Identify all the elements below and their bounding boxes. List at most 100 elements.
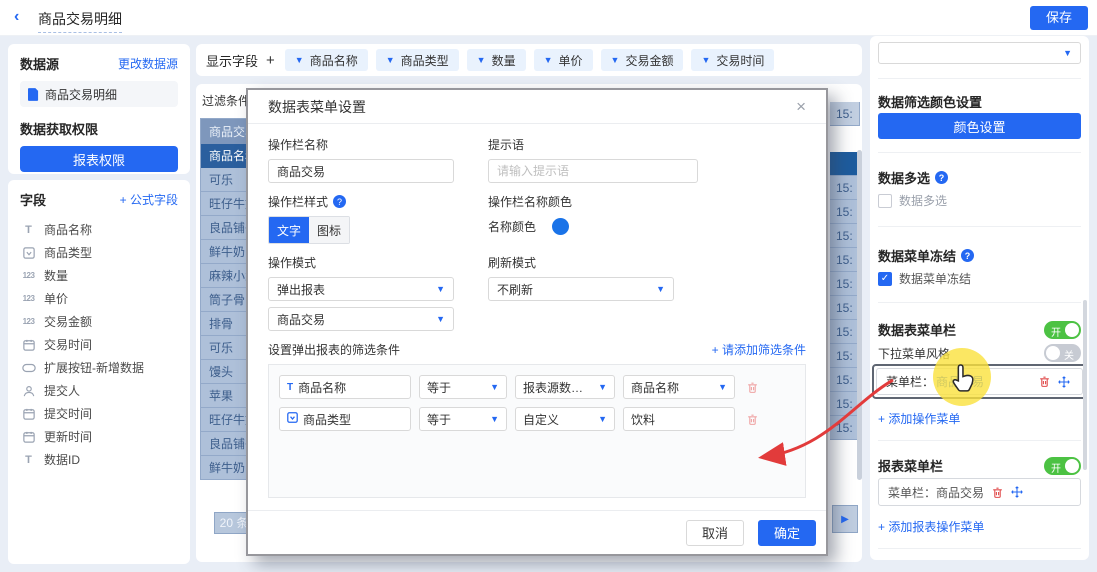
move-icon[interactable] <box>1008 483 1026 501</box>
table-cell: 15: <box>830 102 860 126</box>
divider <box>878 226 1081 227</box>
filter-operator-select[interactable]: 等于▼ <box>419 407 507 431</box>
save-button[interactable]: 保存 <box>1030 6 1088 30</box>
number-icon: 123 <box>20 271 37 280</box>
next-page-icon: ▶ <box>841 514 849 525</box>
field-label: 商品类型 <box>44 244 92 261</box>
toggle-knob <box>1065 323 1079 337</box>
add-formula-field-link[interactable]: + 公式字段 <box>120 191 178 208</box>
table-menu-toggle[interactable]: 开 <box>1044 321 1081 339</box>
close-icon[interactable]: × <box>796 97 806 117</box>
field-chip[interactable]: ▼交易金额 <box>601 49 684 71</box>
action-bar-name-input[interactable] <box>268 159 454 183</box>
panel-scrollbar[interactable] <box>1083 300 1087 470</box>
add-filter-condition-link[interactable]: + 请添加筛选条件 <box>712 341 806 358</box>
chevron-left-icon[interactable]: ‹ <box>14 8 19 26</box>
chevron-down-icon: ▼ <box>598 382 607 392</box>
filter-source-select[interactable]: 自定义▼ <box>515 407 615 431</box>
table-cell: 15: <box>830 224 860 248</box>
field-chip[interactable]: ▼商品类型 <box>376 49 459 71</box>
field-chip[interactable]: ▼商品名称 <box>285 49 368 71</box>
menu-item-name[interactable]: 商品交易 <box>936 373 984 390</box>
chevron-down-icon: ▼ <box>490 382 499 392</box>
add-menu-link[interactable]: + 添加操作菜单 <box>878 410 960 427</box>
field-item[interactable]: 123数量 <box>20 264 178 287</box>
field-item[interactable]: 更新时间 <box>20 425 178 448</box>
report-menu-toggle[interactable]: 开 <box>1044 457 1081 475</box>
cancel-button[interactable]: 取消 <box>686 520 744 546</box>
field-chip[interactable]: ▼交易时间 <box>691 49 774 71</box>
filter-source-select[interactable]: 报表源数据字...▼ <box>515 375 615 399</box>
select-value: 自定义 <box>523 411 559 428</box>
table-menu-row: 数据表菜单栏 开 <box>878 320 1081 339</box>
field-list: T商品名称 商品类型 123数量 123单价 123交易金额 交易时间 扩展按钮… <box>20 218 178 471</box>
report-permission-button[interactable]: 报表权限 <box>20 146 178 172</box>
operation-target-select[interactable]: 商品交易▼ <box>268 307 454 331</box>
change-datasource-link[interactable]: 更改数据源 <box>118 55 178 72</box>
field-chip[interactable]: ▼数量 <box>467 49 526 71</box>
filter-value-select[interactable]: 商品名称 ▼ <box>623 375 735 399</box>
table-scrollbar[interactable] <box>857 150 862 480</box>
datasource-item[interactable]: 商品交易明细 <box>20 81 178 107</box>
color-swatch[interactable] <box>552 218 569 235</box>
move-icon[interactable] <box>1055 373 1073 391</box>
help-icon[interactable]: ? <box>935 171 948 184</box>
field-chip[interactable]: ▼单价 <box>534 49 593 71</box>
tooltip-input[interactable] <box>488 159 698 183</box>
chevron-down-icon: ▼ <box>490 414 499 424</box>
trash-icon[interactable] <box>988 483 1006 501</box>
chevron-down-icon: ▼ <box>718 382 727 392</box>
dropdown-style-label: 下拉菜单风格 <box>878 345 950 362</box>
add-report-menu-link[interactable]: + 添加报表操作菜单 <box>878 518 984 535</box>
field-item[interactable]: 交易时间 <box>20 333 178 356</box>
checkbox-label: 数据菜单冻结 <box>899 270 971 287</box>
color-setting-button[interactable]: 颜色设置 <box>878 113 1081 139</box>
report-select[interactable]: ▼ <box>878 42 1081 64</box>
field-item[interactable]: 扩展按钮-新增数据 <box>20 356 178 379</box>
field-item[interactable]: T数据ID <box>20 448 178 471</box>
help-icon[interactable]: ? <box>961 249 974 262</box>
refresh-mode-select[interactable]: 不刷新▼ <box>488 277 674 301</box>
divider <box>878 548 1081 549</box>
field-item[interactable]: 123单价 <box>20 287 178 310</box>
field-item[interactable]: T商品名称 <box>20 218 178 241</box>
fields-panel: 字段 + 公式字段 T商品名称 商品类型 123数量 123单价 123交易金额… <box>8 180 190 564</box>
trash-icon[interactable] <box>1035 373 1053 391</box>
filter-field-input[interactable]: 商品类型 <box>279 407 411 431</box>
style-segmented-control: 文字 图标 <box>268 216 350 244</box>
add-field-button[interactable]: + <box>266 52 275 69</box>
input-value: 饮料 <box>631 411 655 428</box>
trash-icon[interactable] <box>743 410 761 428</box>
field-item[interactable]: 商品类型 <box>20 241 178 264</box>
filter-value-input[interactable]: 饮料 <box>623 407 735 431</box>
dialog-title: 数据表菜单设置 <box>268 97 366 117</box>
table-cell: 15: <box>830 392 860 416</box>
help-icon[interactable]: ? <box>333 195 346 208</box>
chevron-down-icon: ▼ <box>1063 48 1072 58</box>
chip-label: 交易金额 <box>625 52 673 69</box>
page-title: 商品交易明细 <box>38 9 122 33</box>
style-option-icon[interactable]: 图标 <box>309 217 349 243</box>
operation-mode-label: 操作模式 <box>268 254 488 271</box>
multi-select-checkbox[interactable]: 数据多选 <box>878 192 947 209</box>
filter-operator-select[interactable]: 等于▼ <box>419 375 507 399</box>
menu-freeze-checkbox[interactable]: ✓数据菜单冻结 <box>878 270 971 287</box>
select-value: 商品名称 <box>631 379 679 396</box>
chip-label: 单价 <box>559 52 583 69</box>
next-page-button[interactable]: ▶ <box>832 505 858 533</box>
top-bar: ‹ 商品交易明细 保存 <box>0 0 1097 36</box>
select-icon <box>20 247 37 259</box>
toggle-knob <box>1046 346 1060 360</box>
confirm-button[interactable]: 确定 <box>758 520 816 546</box>
operation-mode-select[interactable]: 弹出报表▼ <box>268 277 454 301</box>
menu-item[interactable]: 菜单栏：商品交易 <box>876 368 1083 395</box>
report-menu-item[interactable]: 菜单栏：商品交易 <box>878 478 1081 506</box>
field-item[interactable]: 123交易金额 <box>20 310 178 333</box>
field-item[interactable]: 提交人 <box>20 379 178 402</box>
field-item[interactable]: 提交时间 <box>20 402 178 425</box>
style-option-text[interactable]: 文字 <box>269 217 309 243</box>
trash-icon[interactable] <box>743 378 761 396</box>
filter-field-input[interactable]: T商品名称 <box>279 375 411 399</box>
table-cell: 15: <box>830 344 860 368</box>
dropdown-style-toggle[interactable]: 关 <box>1044 344 1081 362</box>
